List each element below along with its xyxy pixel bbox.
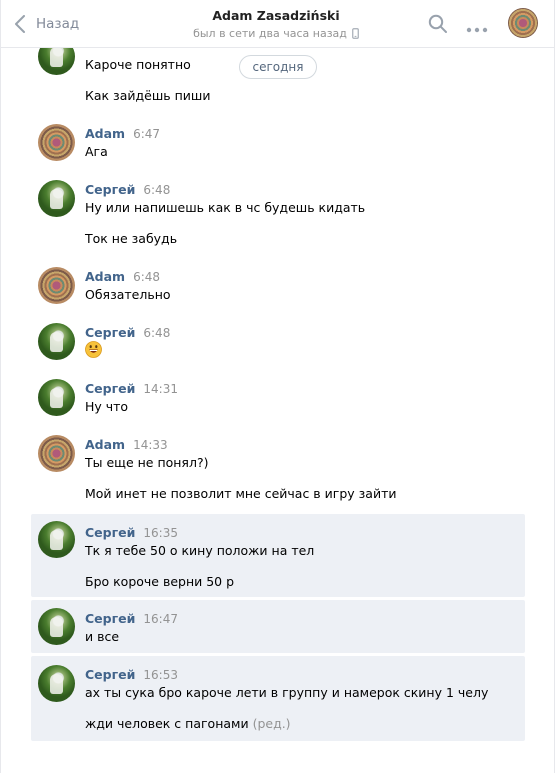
- message-author[interactable]: Сергей 16:47: [85, 611, 178, 626]
- mobile-icon: [352, 28, 359, 39]
- message-author[interactable]: Adam 14:33: [85, 437, 168, 452]
- message-text: жди человек с пагонами (ред.): [85, 716, 291, 731]
- message-item[interactable]: Сергей 6:48: [31, 321, 525, 365]
- message-item-selected[interactable]: Сергей 16:35 Тк я тебе 50 о кину положи н…: [31, 514, 525, 597]
- message-time: 16:47: [143, 612, 178, 626]
- avatar[interactable]: [38, 665, 75, 702]
- message-time: 16:35: [143, 526, 178, 540]
- message-time: 6:47: [133, 127, 161, 141]
- message-text: Тк я тебе 50 о кину положи на тел: [85, 543, 315, 558]
- message-text: Мой инет не позволит мне сейчас в игру з…: [85, 486, 397, 501]
- message-text: Ты еще не понял?): [85, 455, 209, 470]
- status-text: был в сети два часа назад: [193, 27, 347, 40]
- message-author[interactable]: Сергей 16:53: [85, 667, 178, 682]
- message-item-selected[interactable]: Сергей 16:47 и все: [31, 600, 525, 653]
- avatar[interactable]: [38, 124, 75, 161]
- more-icon[interactable]: [466, 21, 488, 36]
- chat-title[interactable]: Adam Zasadziński был в сети два часа наз…: [151, 8, 401, 40]
- message-item-selected[interactable]: Сергей 16:53 ах ты сука бро кароче лети в…: [31, 656, 525, 741]
- message-item[interactable]: Adam 6:47 Ага: [31, 122, 525, 166]
- message-time: 14:31: [143, 382, 178, 396]
- contact-status: был в сети два часа назад: [151, 27, 401, 40]
- message-time: 6:48: [143, 183, 171, 197]
- date-divider: сегодня: [239, 55, 317, 79]
- avatar[interactable]: [38, 180, 75, 217]
- message-time: 16:53: [143, 668, 178, 682]
- back-button[interactable]: Назад: [14, 12, 79, 36]
- message-text: Кароче понятно: [85, 57, 191, 72]
- avatar[interactable]: [38, 323, 75, 360]
- edited-label: (ред.): [252, 716, 291, 731]
- message-text: Обязательно: [85, 287, 171, 302]
- message-time: 6:48: [143, 326, 171, 340]
- avatar[interactable]: [38, 608, 75, 645]
- message-text: Ага: [85, 144, 108, 159]
- message-text: Ну или напишешь как в чс будешь кидать: [85, 200, 366, 215]
- message-author[interactable]: Сергей 14:31: [85, 381, 178, 396]
- contact-avatar[interactable]: [508, 8, 538, 38]
- back-label: Назад: [36, 16, 80, 32]
- message-text: и все: [85, 629, 120, 644]
- message-text: Как зайдёшь пиши: [85, 88, 211, 103]
- contact-name: Adam Zasadziński: [212, 8, 340, 23]
- grinning-face-emoji-icon: [85, 341, 102, 358]
- message-item[interactable]: Adam 14:33 Ты еще не понял?) Мой инет не …: [31, 433, 525, 507]
- chevron-left-icon: [15, 15, 25, 33]
- message-item[interactable]: Сергей 6:48 Ну или напишешь как в чс буде…: [31, 178, 525, 252]
- search-icon[interactable]: [428, 14, 448, 37]
- message-time: 6:48: [133, 270, 161, 284]
- message-text: Бро короче верни 50 р: [85, 574, 235, 589]
- message-author[interactable]: Adam 6:48: [85, 269, 160, 284]
- message-text: Ну что: [85, 399, 129, 414]
- message-time: 14:33: [133, 438, 168, 452]
- message-item[interactable]: Сергей 14:31 Ну что: [31, 377, 525, 421]
- message-text: ах ты сука бро кароче лети в группу и на…: [85, 685, 489, 700]
- chat-window: Назад Adam Zasadziński был в сети два ча…: [0, 0, 555, 773]
- avatar[interactable]: [38, 379, 75, 416]
- message-author[interactable]: Сергей 6:48: [85, 325, 170, 340]
- chat-header: Назад Adam Zasadziński был в сети два ча…: [1, 0, 554, 48]
- message-item[interactable]: Adam 6:48 Обязательно: [31, 265, 525, 309]
- avatar[interactable]: [38, 521, 75, 558]
- avatar[interactable]: [38, 435, 75, 472]
- message-author[interactable]: Сергей 6:48: [85, 182, 170, 197]
- avatar[interactable]: [38, 267, 75, 304]
- message-text: Ток не забудь: [85, 231, 178, 246]
- message-author[interactable]: Сергей 16:35: [85, 525, 178, 540]
- message-author[interactable]: Adam 6:47: [85, 126, 160, 141]
